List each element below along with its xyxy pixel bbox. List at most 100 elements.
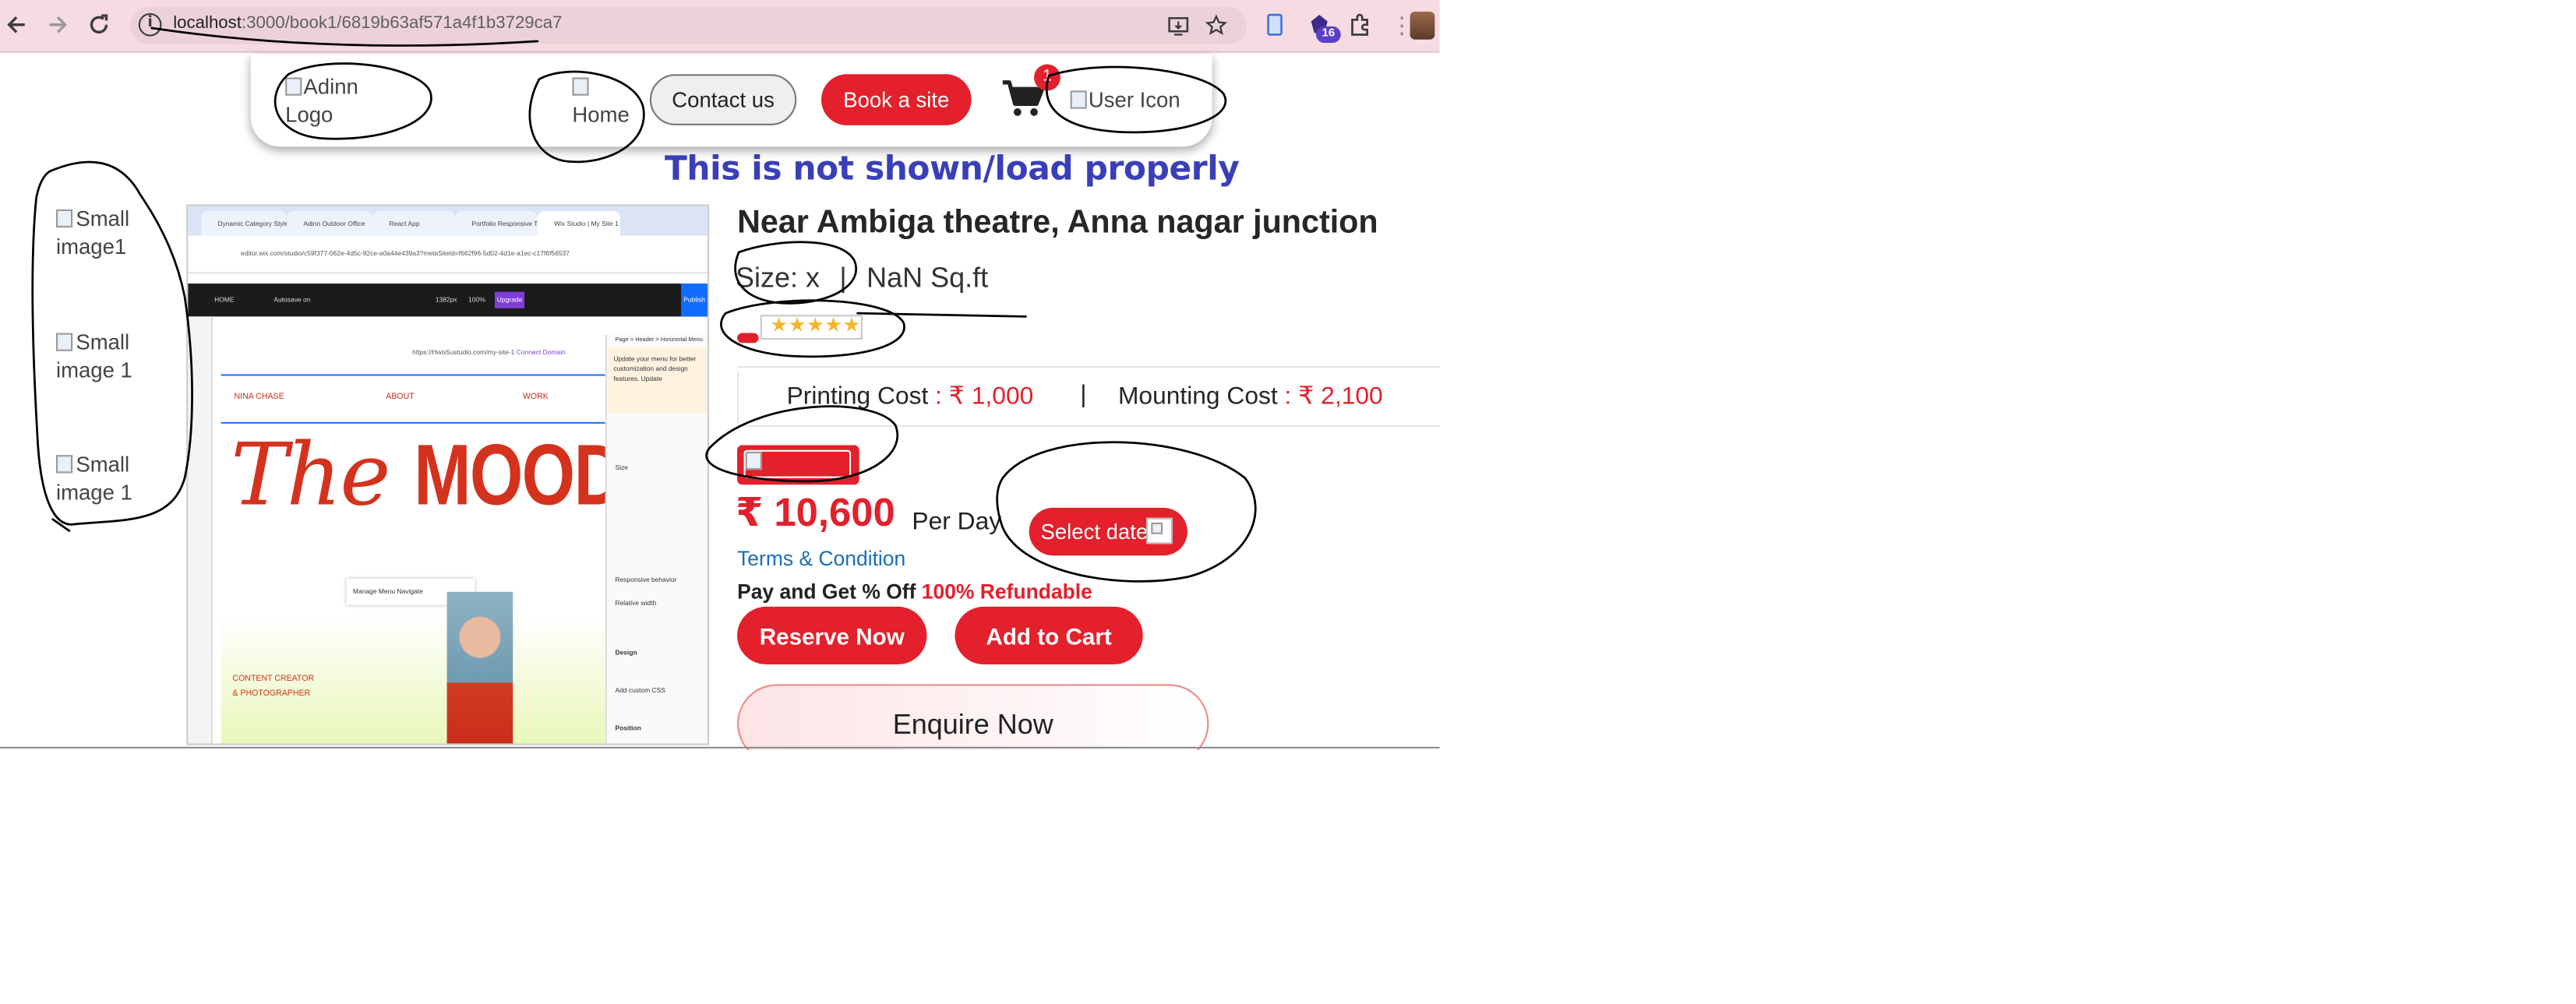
product-size: Size: x | NaN Sq.ft <box>736 262 988 295</box>
rating: ★ ★ ★ ★ ★ <box>737 313 869 343</box>
inner-headline-italic: The <box>231 427 390 527</box>
thumbnail-alt: Small image1 <box>55 206 130 259</box>
inner-tab: Portfolio Responsive Tm <box>455 210 538 236</box>
inner-breadcrumb: Page > Header > Horizontal Menu <box>615 336 703 343</box>
thumbnail-2[interactable]: Small image 1 <box>56 328 171 384</box>
main-product-image[interactable]: Dynamic Category Style Adinn Outdoor Off… <box>186 204 710 745</box>
size-value: NaN Sq.ft <box>866 262 989 294</box>
inner-tab: Dynamic Category Style <box>201 210 288 236</box>
inner-creator-line: CONTENT CREATOR <box>232 674 315 685</box>
inner-panel-row: Size <box>615 463 628 472</box>
star-icon: ★ <box>806 313 824 336</box>
broken-image-box <box>737 445 859 485</box>
extension-icon[interactable] <box>1258 9 1291 41</box>
price: ₹ 10,600 <box>735 491 895 536</box>
inner-toolbar-text: Autosave on <box>273 294 311 304</box>
inner-panel-row: Position <box>615 724 641 732</box>
enquire-now-button[interactable]: Enquire Now <box>737 684 1209 751</box>
cost-separator: | <box>1080 380 1087 409</box>
refundable-text: 100% Refundable <box>921 580 1092 604</box>
inner-address-bar: editor.wix.com/studio/c59f377-062e-4d5c-… <box>188 235 708 274</box>
per-day-label: Per Day <box>912 507 1002 536</box>
inner-panel-tip: Update your menu for better customizatio… <box>606 347 708 414</box>
inner-nav-item: ABOUT <box>386 392 415 403</box>
terms-link[interactable]: Terms & Condition <box>737 548 905 571</box>
inner-panel-row: Design <box>615 647 637 657</box>
url-host: localhost <box>173 12 242 33</box>
inner-toolbar-text: 1382px <box>435 294 457 304</box>
viewport-bottom-edge <box>0 746 1440 749</box>
inner-toolbar-text: 100% <box>468 294 485 304</box>
divider <box>737 365 1440 368</box>
star-icon: ★ <box>770 313 789 336</box>
inner-tab: Wix Studio | My Site 1 <box>537 210 620 236</box>
cart-count-badge: 1 <box>1034 64 1060 91</box>
inner-tab: React App <box>372 210 456 236</box>
site-header: Adinn Logo Home Contact us Book a site 1… <box>250 54 1212 147</box>
book-site-button[interactable]: Book a site <box>821 74 972 125</box>
inner-domain: https://Hwix5ustudio.com/my-site-1 Conne… <box>412 348 566 357</box>
home-alt: Home <box>572 102 630 127</box>
select-date-button[interactable]: Select date <box>1029 507 1187 556</box>
inner-inspector-panel: Page > Header > Horizontal Menu Update y… <box>605 334 708 744</box>
inner-panel-row: Add custom CSS <box>615 685 665 695</box>
inner-panel-row: Relative width <box>615 598 657 607</box>
inner-tab-strip: Dynamic Category Style Adinn Outdoor Off… <box>188 206 708 236</box>
rating-badge <box>737 333 759 343</box>
thumbnail-alt: Small image 1 <box>55 329 132 383</box>
inner-domain-link: Connect Domain <box>516 347 566 357</box>
inner-nav-item: WORK <box>522 392 549 403</box>
inner-editor-toolbar: HOME Autosave on 1382px 100% Upgrade Pub… <box>188 284 708 317</box>
home-image[interactable]: Home <box>572 72 638 129</box>
add-to-cart-button[interactable]: Add to Cart <box>955 606 1143 664</box>
cost-row: Printing Cost : ₹ 1,000 | Mounting Cost … <box>737 371 1440 424</box>
reload-icon[interactable] <box>83 9 115 41</box>
logo-image[interactable]: Adinn Logo <box>285 72 384 129</box>
annotation-text: This is not shown/load properly <box>664 148 1240 188</box>
calendar-icon <box>1145 517 1173 544</box>
url-text[interactable]: localhost:3000/book1/6819b63af571a4f1b37… <box>173 13 562 33</box>
select-date-label: Select date <box>1040 519 1149 544</box>
printing-label: Printing Cost <box>786 382 929 411</box>
contact-us-button[interactable]: Contact us <box>649 74 797 125</box>
puzzle-icon[interactable] <box>1344 9 1377 41</box>
thumbnail-alt: Small image 1 <box>55 451 132 505</box>
inner-creator-line: & PHOTOGRAPHER <box>232 689 311 699</box>
inner-tab: Adinn Outdoor Office <box>287 210 373 236</box>
inner-panel-row: Responsive behavior <box>615 575 677 584</box>
inner-toolbar-text: HOME <box>214 294 235 304</box>
forward-icon[interactable] <box>41 9 74 41</box>
size-label: Size: x <box>735 262 820 294</box>
mounting-label: Mounting Cost <box>1117 382 1278 411</box>
inner-canvas: https://Hwix5ustudio.com/my-site-1 Conne… <box>221 334 708 744</box>
inner-publish-button: Publish <box>681 284 708 317</box>
profile-avatar[interactable] <box>1410 11 1435 40</box>
product-title: Near Ambiga theatre, Anna nagar junction <box>737 204 1378 241</box>
reserve-now-button[interactable]: Reserve Now <box>737 606 927 664</box>
logo-alt: Adinn Logo <box>285 74 358 127</box>
thumbnail-3[interactable]: Small image 1 <box>56 450 171 506</box>
mounting-cost: Mounting Cost : ₹ 2,100 <box>1118 381 1383 410</box>
refund-text: Pay and Get % Off 100% Refundable <box>737 580 1092 604</box>
star-icon: ★ <box>842 313 861 336</box>
screenshot-frame: i localhost:3000/book1/6819b63af571a4f1b… <box>0 0 2576 1004</box>
user-alt: User Icon <box>1088 87 1180 112</box>
browser-window: i localhost:3000/book1/6819b63af571a4f1b… <box>0 0 1440 751</box>
inner-creator-text: CONTENT CREATOR & PHOTOGRAPHER <box>232 673 314 703</box>
url-path: :3000/book1/6819b63af571a4f1b3729ca7 <box>241 12 563 33</box>
inner-upgrade-button: Upgrade <box>494 291 525 308</box>
user-image[interactable]: User Icon <box>1071 86 1180 114</box>
bookmark-star-icon[interactable] <box>1202 12 1230 40</box>
info-icon[interactable]: i <box>138 12 162 37</box>
address-bar[interactable]: i localhost:3000/book1/6819b63af571a4f1b… <box>130 6 1247 45</box>
printing-value: : ₹ 1,000 <box>935 382 1034 411</box>
extension-badge: 16 <box>1315 26 1341 44</box>
size-separator: | <box>839 262 847 294</box>
star-icon: ★ <box>824 313 843 336</box>
inner-sidebar <box>188 316 213 744</box>
install-app-icon[interactable] <box>1164 12 1192 40</box>
star-icon: ★ <box>788 313 806 336</box>
printing-cost: Printing Cost : ₹ 1,000 <box>787 381 1034 410</box>
back-icon[interactable] <box>0 9 33 41</box>
thumbnail-1[interactable]: Small image1 <box>56 204 171 260</box>
